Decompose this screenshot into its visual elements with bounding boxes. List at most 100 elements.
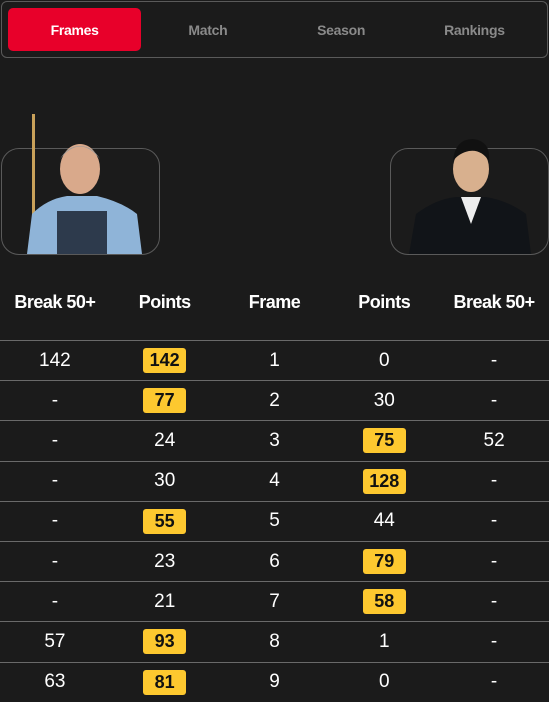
player1-break: - — [51, 389, 59, 411]
player2-break-cell: - — [439, 551, 549, 573]
player2-points-cell: 75 — [329, 428, 439, 454]
frames-table: 142 142 1 0- -77 2 30- -24 3 75 52-30 4 128- -55 5 44- -… — [0, 340, 549, 702]
player1-points-cell: 21 — [110, 591, 220, 613]
player2-break: - — [490, 590, 498, 612]
player2-break-cell: - — [439, 390, 549, 412]
player1-break: - — [51, 470, 59, 492]
player1-break: - — [51, 429, 59, 451]
player2-points-winner-badge: 75 — [362, 428, 406, 454]
frame-number: 1 — [269, 349, 280, 371]
player1-points-winner-badge: 81 — [143, 669, 187, 695]
player1-points: 30 — [154, 470, 176, 492]
table-row: - 21 7 58 - — [0, 581, 549, 621]
player1-break-cell: - — [0, 510, 110, 532]
player1-break-cell: 63 — [0, 671, 110, 693]
player1-points-cell: 55 — [110, 508, 220, 534]
player2-points-cell: 128 — [329, 468, 439, 494]
frame-number: 8 — [269, 630, 280, 652]
player2-break-cell: - — [439, 591, 549, 613]
player2-points-cell: 1 — [329, 631, 439, 653]
player2-points-winner-badge: 128 — [362, 468, 406, 494]
table-row: 63 81 9 0 - — [0, 661, 549, 702]
table-header: Break 50+ Points Frame Points Break 50+ — [0, 282, 549, 322]
table-row: -55 5 44- — [0, 500, 549, 541]
frame-number: 4 — [269, 470, 280, 492]
player2-break-cell: - — [439, 470, 549, 492]
player2-break: - — [490, 671, 498, 693]
player2-points-winner-badge: 79 — [362, 549, 406, 575]
frame-number-cell: 3 — [220, 430, 330, 452]
player2-break-cell: 52 — [439, 430, 549, 452]
player1-points-winner-badge: 55 — [143, 508, 187, 534]
tab-season[interactable]: Season — [275, 8, 408, 51]
player1-break: 57 — [44, 630, 66, 652]
table-row: 57 93 8 1 - — [0, 621, 549, 661]
player2-points: 1 — [379, 630, 390, 652]
table-row: - 24 3 75 52 — [0, 420, 549, 460]
player2-points-cell: 79 — [329, 549, 439, 575]
player1-break-cell: - — [0, 470, 110, 492]
player1-break-cell: - — [0, 591, 110, 613]
player2-break: - — [490, 550, 498, 572]
player1-points: 24 — [154, 429, 176, 451]
frame-number: 9 — [269, 671, 280, 693]
player1-points: 23 — [154, 550, 176, 572]
frame-number: 5 — [269, 510, 280, 532]
player-2-photo — [409, 139, 531, 254]
frame-number: 3 — [269, 429, 280, 451]
player1-points: 21 — [154, 590, 176, 612]
header-player1-break: Break 50+ — [14, 291, 96, 312]
player1-break-cell: - — [0, 430, 110, 452]
frame-number-cell: 6 — [220, 551, 330, 573]
player1-points-winner-badge: 93 — [143, 629, 187, 655]
player1-points-winner-badge: 142 — [143, 348, 187, 374]
player2-break: - — [490, 349, 498, 371]
player1-break-cell: 142 — [0, 350, 110, 372]
player2-break-cell: - — [439, 510, 549, 532]
player1-points-cell: 24 — [110, 430, 220, 452]
player1-break: 63 — [44, 671, 66, 693]
player1-points-cell: 81 — [110, 669, 220, 695]
player1-break: - — [51, 590, 59, 612]
tab-rankings[interactable]: Rankings — [408, 8, 541, 51]
frame-number-cell: 4 — [220, 470, 330, 492]
player2-break-cell: - — [439, 671, 549, 693]
player-2-card — [390, 139, 549, 255]
player2-points-cell: 30 — [329, 390, 439, 412]
header-player2-points: Points — [358, 291, 411, 312]
header-player2-break: Break 50+ — [453, 291, 536, 312]
player2-break: - — [490, 389, 498, 411]
player1-break-cell: 57 — [0, 631, 110, 653]
table-row: 142 142 1 0 - — [0, 340, 549, 380]
player1-break: 142 — [39, 349, 71, 371]
player-1-photo — [27, 114, 142, 254]
frame-number-cell: 5 — [220, 510, 330, 532]
frame-number: 2 — [269, 389, 280, 411]
player2-points: 0 — [379, 349, 390, 371]
player2-break: - — [490, 470, 498, 492]
player-1-card — [1, 114, 160, 255]
player2-points: 30 — [373, 389, 395, 411]
frame-number-cell: 9 — [220, 671, 330, 693]
tab-match[interactable]: Match — [141, 8, 274, 51]
player2-break: - — [490, 630, 498, 652]
frame-number-cell: 7 — [220, 591, 330, 613]
player1-points-cell: 93 — [110, 629, 220, 655]
table-row: - 30 4 128 - — [0, 460, 549, 501]
player1-break-cell: - — [0, 390, 110, 412]
tab-frames[interactable]: Frames — [8, 8, 142, 51]
player2-points-cell: 44 — [329, 510, 439, 532]
frame-number: 7 — [269, 590, 280, 612]
player2-break: 52 — [483, 429, 505, 451]
player2-break-cell: - — [439, 350, 549, 372]
player1-points-cell: 23 — [110, 551, 220, 573]
player2-points-cell: 58 — [329, 589, 439, 615]
player2-break: - — [490, 510, 498, 532]
table-row: - 23 6 79 - — [0, 540, 549, 581]
player1-points-cell: 142 — [110, 348, 220, 374]
player1-break-cell: - — [0, 551, 110, 573]
player2-points-cell: 0 — [329, 350, 439, 372]
player2-points-cell: 0 — [329, 671, 439, 693]
header-frame: Frame — [248, 291, 301, 312]
player2-break-cell: - — [439, 631, 549, 653]
